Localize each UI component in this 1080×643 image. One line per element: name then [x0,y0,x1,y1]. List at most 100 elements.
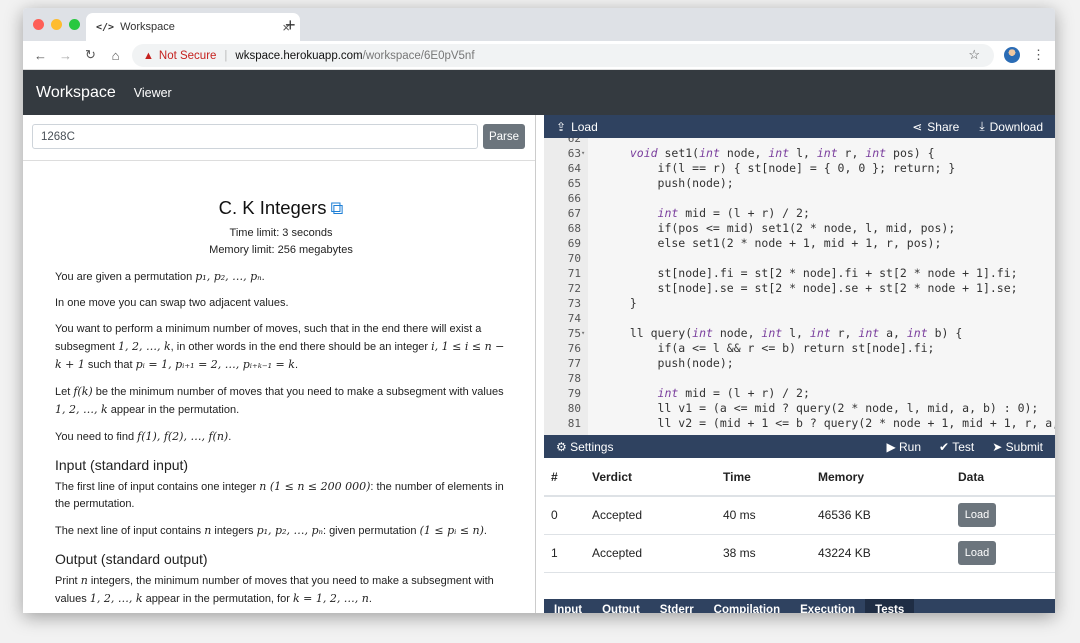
code-token: else set1(2 * node + 1, mid + 1, r, pos)… [616,236,942,250]
test-button[interactable]: ✔ Test [939,440,974,454]
code-line[interactable]: 74 [544,311,616,326]
home-icon[interactable]: ⌂ [103,48,128,63]
line-number: 81 [567,417,581,430]
code-token: set1( [657,146,700,160]
url-field[interactable]: ▲ Not Secure | wkspace.herokuapp.com/wor… [132,44,994,67]
code-text: ll query(int node, int l, int r, int a, … [616,326,962,340]
keyword-token: int [906,326,928,340]
profile-avatar[interactable] [1004,47,1020,63]
code-token: if(a <= l && r <= b) return st[node].fi; [616,341,935,355]
forward-icon[interactable]: → [53,48,78,63]
code-line[interactable]: 80 ll v1 = (a <= mid ? query(2 * node, l… [544,401,1039,416]
code-text: if(a <= l && r <= b) return st[node].fi; [616,341,935,355]
app-brand[interactable]: Workspace [36,84,116,102]
code-token: } [616,296,637,310]
download-button[interactable]: ⤓ Download [979,119,1043,134]
tab-compilation[interactable]: Compilation [704,599,790,613]
code-editor[interactable]: 62 63▾ void set1(int node, int l, int r, … [544,138,1055,435]
load-file-button[interactable]: ⇪ Load [556,120,598,134]
test-memory: 46536 KB [811,496,951,535]
tab-execution[interactable]: Execution [790,599,865,613]
share-button[interactable]: ⋖ Share [912,119,959,134]
code-token: mid = (l + r) / 2; [678,386,810,400]
tab-output[interactable]: Output [592,599,650,613]
browser-tab[interactable]: </> Workspace × [86,13,300,41]
bookmark-star-icon[interactable]: ☆ [968,47,980,63]
load-test-button[interactable]: Load [958,541,996,565]
code-line[interactable]: 70 [544,251,616,266]
line-number: 77 [567,357,581,370]
parse-button[interactable]: Parse [483,124,525,149]
code-line[interactable]: 63▾ void set1(int node, int l, int r, in… [544,146,935,161]
test-label: Test [952,439,975,454]
problem-search-row: Parse [32,124,526,149]
code-text: if(pos <= mid) set1(2 * node, l, mid, po… [616,221,956,235]
problem-limits: Time limit: 3 seconds Memory limit: 256 … [55,225,507,259]
line-number: 68 [567,222,581,235]
code-text: push(node); [616,356,734,370]
external-link-icon[interactable]: ⧉ [331,198,344,218]
keyword-token: int [692,326,713,340]
code-token: push(node); [616,356,734,370]
code-line[interactable]: 67 int mid = (l + r) / 2; [544,206,810,221]
code-line[interactable]: 66 [544,191,616,206]
code-token: node, [712,326,762,340]
code-line[interactable]: 73 } [544,296,637,311]
code-line[interactable]: 81 ll v2 = (mid + 1 <= b ? query(2 * nod… [544,416,1055,431]
code-line[interactable]: 64 if(l == r) { st[node] = { 0, 0 }; ret… [544,161,956,176]
browser-menu-icon[interactable]: ⋮ [1032,47,1045,63]
download-icon: ⤓ [979,119,985,133]
new-tab-button[interactable]: + [285,15,296,36]
code-text: int mid = (l + r) / 2; [616,206,810,220]
problem-title: C. K Integers [218,197,327,218]
code-line[interactable]: 62 [544,138,616,146]
url-host: wkspace.herokuapp.com [235,49,363,62]
code-line[interactable]: 77 push(node); [544,356,734,371]
settings-button[interactable]: ⚙ Settings [556,440,613,454]
code-line[interactable]: 78 [544,371,616,386]
load-test-button[interactable]: Load [958,503,996,528]
statement-paragraph: You need to find f(1), f(2), …, f(n). [55,430,232,444]
keyword-token: int [865,146,887,160]
url-path: /workspace/6E0pV5nf [362,49,475,62]
line-number: 80 [567,402,581,415]
back-icon[interactable]: ← [28,48,53,63]
fold-toggle-icon[interactable]: ▾ [581,326,591,341]
code-line[interactable]: 76 if(a <= l && r <= b) return st[node].… [544,341,935,356]
maximize-window-button[interactable] [69,19,80,30]
minimize-window-button[interactable] [51,19,62,30]
panel-divider [23,160,535,161]
workspace-main: Parse C. K Integers⧉ Time limit: 3 secon… [23,115,1055,613]
code-line[interactable]: 79 int mid = (l + r) / 2; [544,386,810,401]
warning-icon[interactable]: ▲ [143,50,154,62]
tab-tests[interactable]: Tests [865,599,915,613]
code-line[interactable]: 75▾ ll query(int node, int l, int r, int… [544,326,963,341]
code-line[interactable]: 71 st[node].fi = st[2 * node].fi + st[2 … [544,266,1018,281]
col-header-verdict: Verdict [585,458,716,497]
col-header-memory: Memory [811,458,951,497]
share-icon: ⋖ [912,119,923,134]
code-line[interactable]: 65 push(node); [544,176,734,191]
nav-viewer-link[interactable]: Viewer [134,86,172,100]
reload-icon[interactable]: ↻ [78,47,103,63]
code-token: l, [782,326,810,340]
code-line[interactable]: 69 else set1(2 * node + 1, mid + 1, r, p… [544,236,942,251]
keyword-token: int [768,146,790,160]
code-line[interactable]: 68 if(pos <= mid) set1(2 * node, l, mid,… [544,221,956,236]
fold-toggle-icon[interactable]: ▾ [581,146,591,161]
tab-input[interactable]: Input [544,599,592,613]
app-navbar: Workspace Viewer [23,70,1055,115]
run-button[interactable]: ▶ Run [886,440,921,454]
code-line[interactable]: 72 st[node].se = st[2 * node].se + st[2 … [544,281,1018,296]
code-token: st[node].fi = st[2 * node].fi + st[2 * n… [616,266,1018,280]
security-status[interactable]: Not Secure [159,50,217,62]
close-window-button[interactable] [33,19,44,30]
submit-button[interactable]: ➤ Submit [992,440,1043,454]
code-token: push(node); [616,176,734,190]
tab-stderr[interactable]: Stderr [650,599,704,613]
test-id: 0 [544,496,585,535]
code-token: r, [837,146,866,160]
problem-id-input[interactable] [32,124,478,149]
